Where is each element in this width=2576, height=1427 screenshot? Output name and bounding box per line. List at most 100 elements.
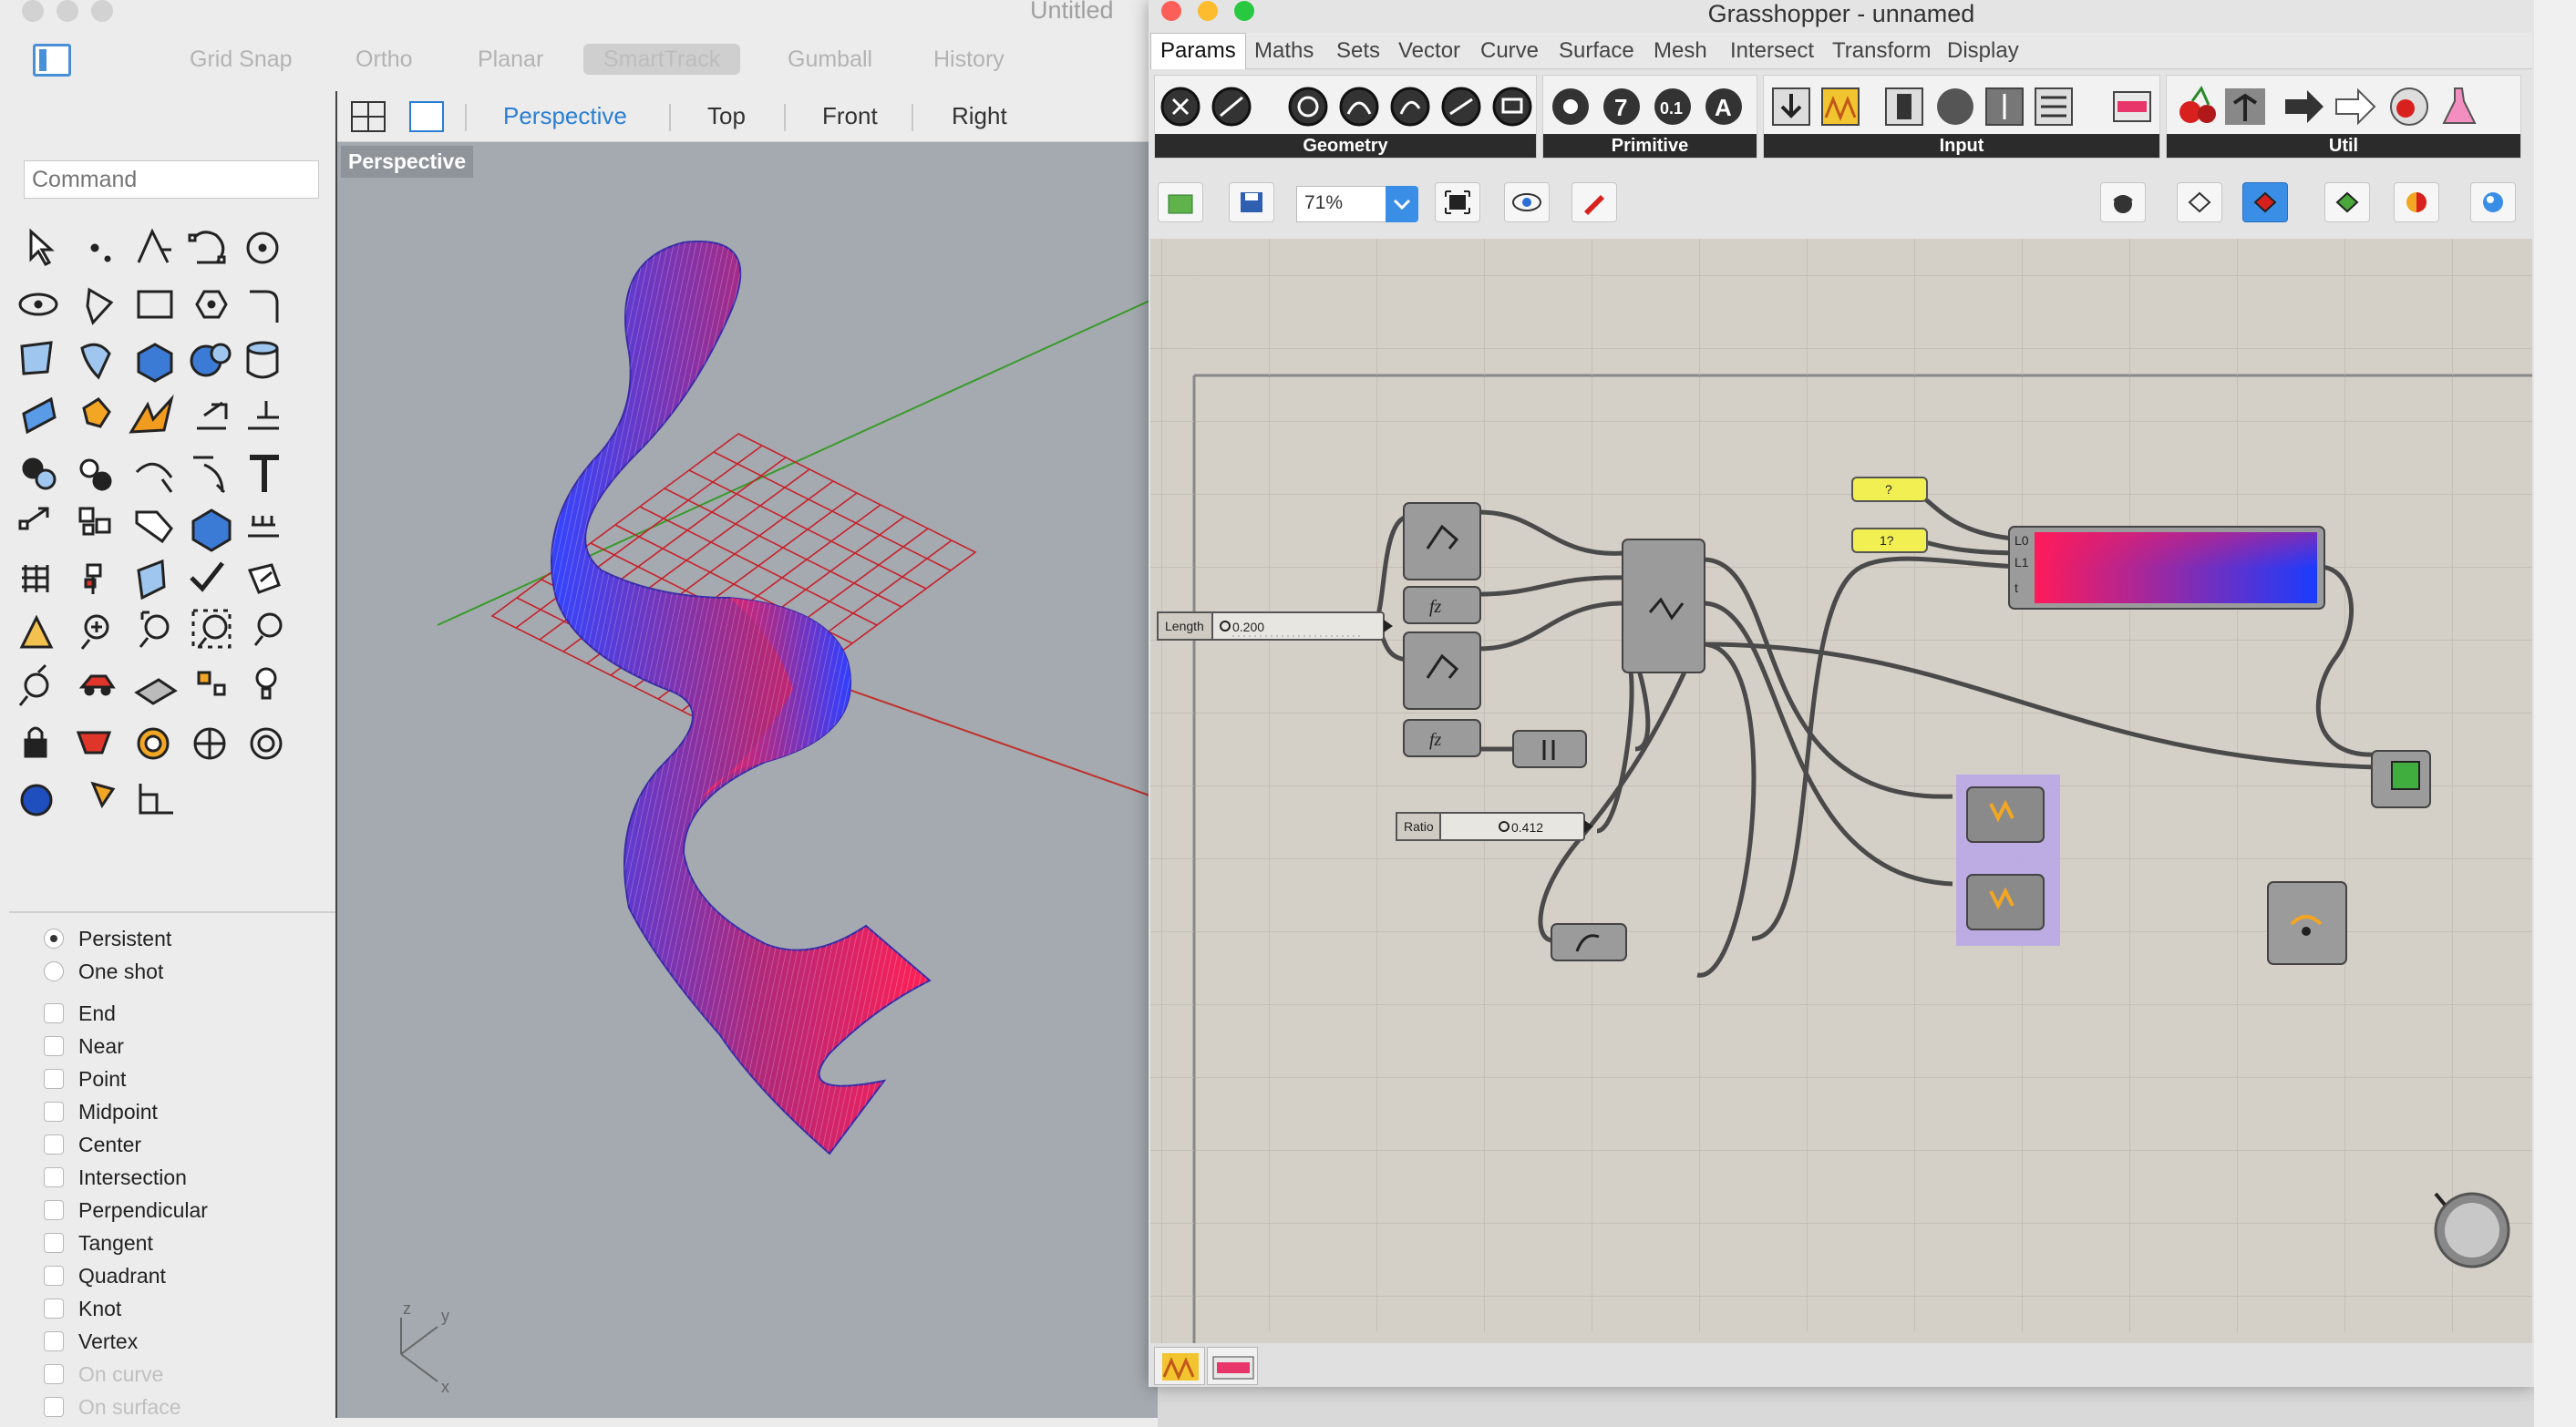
cplane-icon[interactable] [191, 508, 232, 552]
curve-component-2[interactable] [1403, 631, 1481, 710]
scale-icon[interactable] [193, 456, 226, 494]
zoom-window-icon[interactable] [139, 611, 170, 648]
fillet-surface-icon[interactable] [19, 614, 54, 649]
point-icon[interactable] [90, 243, 111, 262]
tab-front[interactable]: Front [822, 102, 878, 130]
osnap-vertex-checkbox[interactable]: Vertex [44, 1325, 138, 1358]
loft-icon[interactable] [80, 343, 111, 380]
select-icon[interactable] [29, 228, 55, 266]
display-mode-icon[interactable] [20, 784, 53, 816]
explode-icon[interactable] [82, 397, 111, 428]
recent-swatch-icon[interactable] [1207, 1347, 1258, 1385]
array-icon[interactable] [18, 507, 49, 530]
perspective-viewport[interactable]: z y x [337, 142, 1158, 1418]
sketch-tool-button[interactable] [1571, 182, 1617, 222]
tab-display[interactable]: Display [1947, 38, 2019, 64]
open-file-button[interactable] [1158, 182, 1203, 222]
circle-icon[interactable] [246, 231, 279, 264]
viewport-title-label[interactable]: Perspective [341, 146, 474, 178]
tab-maths[interactable]: Maths [1254, 38, 1314, 64]
analyze-icon[interactable] [84, 563, 102, 594]
gradient-component[interactable]: L0 L1 t [2008, 526, 2325, 610]
osnap-tangent-checkbox[interactable]: Tangent [44, 1227, 153, 1259]
curve-icon[interactable] [188, 231, 226, 264]
osnap-point-checkbox[interactable]: Point [44, 1063, 126, 1095]
grasshopper-canvas[interactable]: Length 0.200 Ratio 0.412 fz fz ? 1? L0 L… [1150, 239, 2532, 1343]
zoom-window-button[interactable] [91, 0, 113, 22]
hexagon-icon[interactable] [195, 290, 228, 319]
curve-component-1[interactable] [1403, 502, 1481, 580]
canvas-settings-button[interactable] [2470, 182, 2516, 222]
zoom-extents-button[interactable] [1435, 182, 1480, 222]
tab-top[interactable]: Top [707, 102, 746, 130]
bulb-icon[interactable] [255, 667, 277, 700]
osnap-on-curve-checkbox[interactable]: On curve [44, 1358, 163, 1391]
planar-toggle[interactable]: Planar [458, 44, 563, 75]
save-file-button[interactable] [1229, 182, 1274, 222]
panel-1[interactable]: ? [1851, 477, 1928, 502]
zoom-extents-icon[interactable] [191, 609, 232, 649]
render-sphere-icon[interactable] [193, 727, 226, 760]
component-group[interactable] [1956, 775, 2060, 946]
lock-icon[interactable] [24, 726, 47, 758]
ellipse-icon[interactable] [18, 293, 58, 316]
persistent-radio[interactable]: Persistent [44, 922, 171, 955]
gh-minimize-button[interactable] [1198, 1, 1218, 21]
group-icon[interactable] [78, 507, 111, 536]
osnap-on-surface-checkbox[interactable]: On surface [44, 1391, 181, 1423]
reverse-vector-component[interactable] [1512, 730, 1587, 768]
preview-shaded-button[interactable] [2242, 182, 2288, 222]
zoom-icon[interactable] [80, 614, 109, 650]
length-slider[interactable]: Length 0.200 [1157, 611, 1393, 641]
preview-selected-button[interactable] [2324, 182, 2370, 222]
hatch-icon[interactable] [248, 516, 279, 538]
osnap-midpoint-checkbox[interactable]: Midpoint [44, 1095, 158, 1128]
history-toggle[interactable]: History [913, 44, 1025, 75]
car-icon[interactable] [78, 674, 116, 696]
osnap-near-checkbox[interactable]: Near [44, 1030, 124, 1063]
move-icon[interactable] [197, 401, 228, 430]
galapagos-component[interactable] [2267, 881, 2347, 965]
tab-sets[interactable]: Sets [1336, 38, 1380, 64]
vector-component-1[interactable]: fz [1403, 586, 1481, 624]
tab-perspective[interactable]: Perspective [503, 102, 627, 130]
tab-mesh[interactable]: Mesh [1654, 38, 1707, 64]
rectangle-icon[interactable] [137, 290, 173, 319]
preview-toggle-button[interactable] [1504, 182, 1550, 222]
four-viewports-icon[interactable] [350, 100, 386, 133]
lights-icon[interactable] [197, 671, 226, 696]
osnap-quadrant-checkbox[interactable]: Quadrant [44, 1259, 166, 1292]
split-icon[interactable] [248, 401, 279, 430]
color-wheel-icon[interactable] [137, 727, 170, 760]
close-window-button[interactable] [22, 0, 44, 22]
zoom-selected-icon[interactable] [253, 612, 283, 646]
tab-right[interactable]: Right [952, 102, 1007, 130]
text-icon[interactable] [250, 455, 279, 492]
panel-layout-icon[interactable] [33, 44, 71, 77]
solid-edit-icon[interactable] [247, 563, 281, 594]
mesh-icon[interactable] [22, 396, 57, 435]
preview-off-button[interactable] [2100, 182, 2146, 222]
rotate-icon[interactable] [135, 462, 173, 493]
boolean-difference-icon[interactable] [79, 458, 112, 491]
layer-icon[interactable] [137, 559, 166, 601]
environment-icon[interactable] [250, 727, 283, 760]
camera-target-icon[interactable] [90, 781, 116, 809]
tab-curve[interactable]: Curve [1480, 38, 1539, 64]
osnap-perpendicular-checkbox[interactable]: Perpendicular [44, 1194, 208, 1227]
surface-corner-icon[interactable] [20, 341, 53, 375]
cylinder-icon[interactable] [246, 341, 279, 379]
blend-curve-component[interactable] [1622, 539, 1705, 673]
material-icon[interactable] [76, 731, 112, 755]
osnap-intersection-checkbox[interactable]: Intersection [44, 1161, 187, 1194]
zoom-dropdown-button[interactable] [1386, 186, 1418, 222]
tab-intersect[interactable]: Intersect [1730, 38, 1814, 64]
pan-icon[interactable] [18, 663, 49, 706]
single-viewport-icon[interactable] [408, 100, 445, 133]
grid-array-icon[interactable] [22, 565, 49, 592]
polyline-icon[interactable] [137, 228, 171, 263]
gumball-icon[interactable] [139, 784, 173, 815]
preview-wireframe-button[interactable] [2177, 182, 2222, 222]
canvas-navigation-dial[interactable] [2434, 1192, 2510, 1268]
sphere-icon[interactable] [190, 343, 232, 377]
